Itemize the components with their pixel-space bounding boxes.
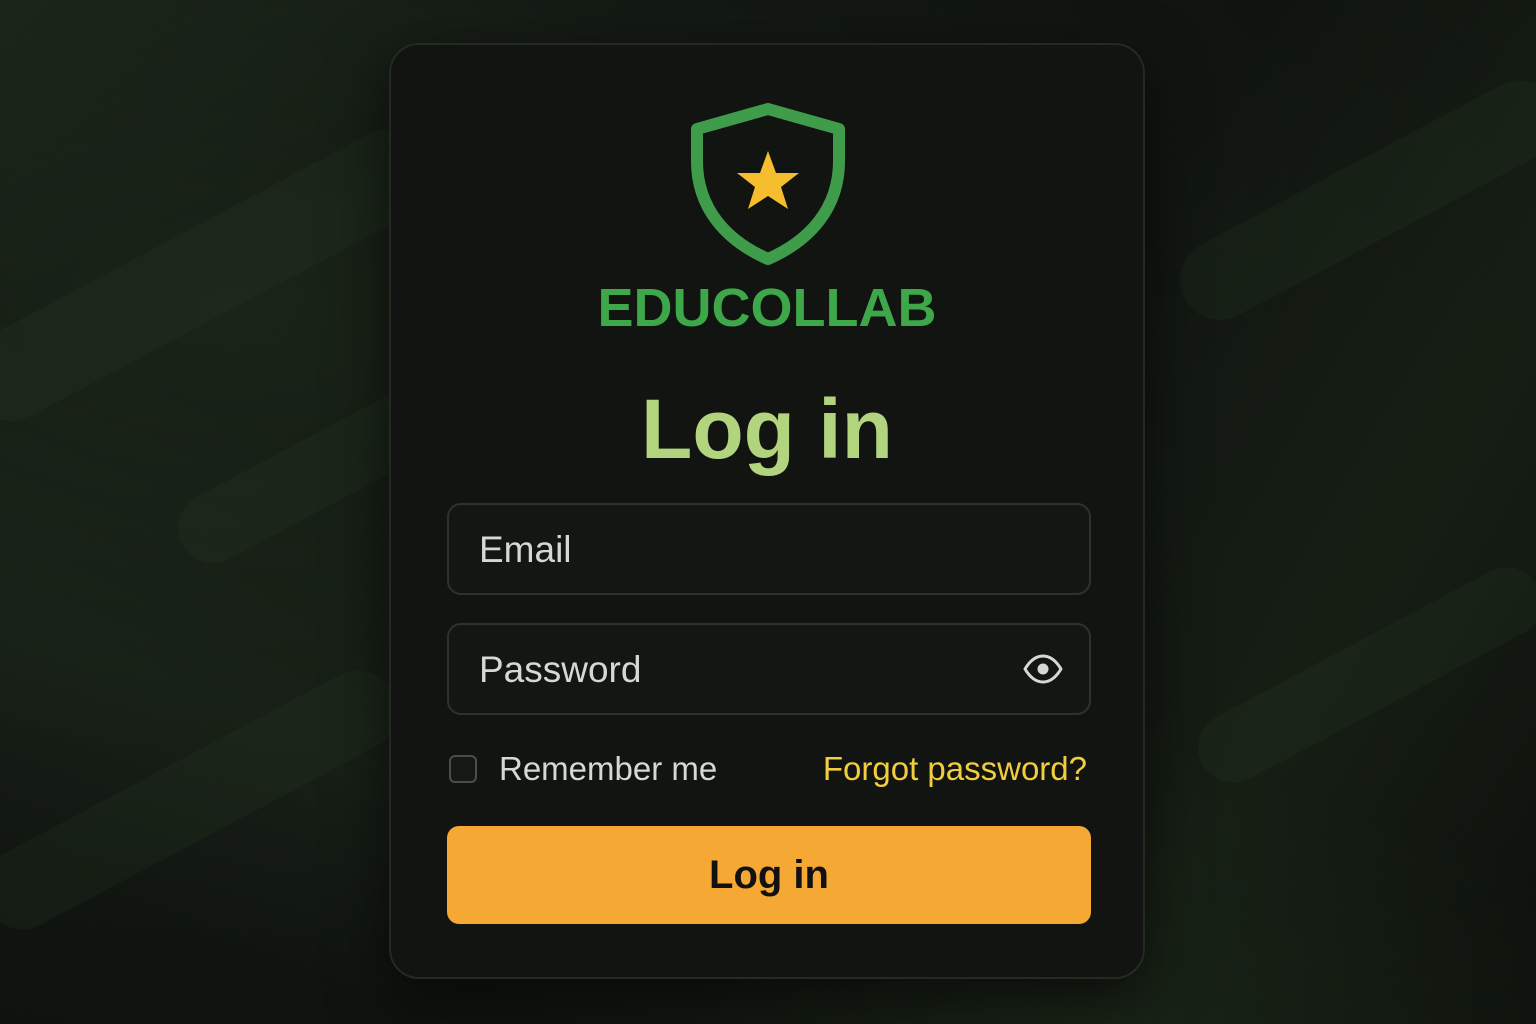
email-field-container bbox=[447, 503, 1091, 595]
password-field[interactable] bbox=[477, 625, 1021, 715]
brand-name: EDUCOLLAB bbox=[597, 278, 937, 338]
background-decoration bbox=[0, 656, 412, 944]
remember-me-toggle[interactable]: Remember me bbox=[449, 750, 717, 788]
password-field-container bbox=[447, 623, 1091, 715]
page-title: Log in bbox=[641, 382, 893, 476]
shield-star-icon bbox=[691, 103, 845, 265]
email-field[interactable] bbox=[477, 505, 1021, 595]
forgot-password-link[interactable]: Forgot password? bbox=[823, 750, 1087, 788]
login-card: EDUCOLLAB Log in Remember me Forgot pass… bbox=[389, 43, 1145, 979]
background-decoration bbox=[1185, 554, 1536, 796]
login-button[interactable]: Log in bbox=[447, 826, 1091, 924]
remember-me-checkbox[interactable] bbox=[449, 755, 477, 783]
remember-me-label: Remember me bbox=[499, 750, 718, 787]
eye-icon[interactable] bbox=[1023, 653, 1063, 685]
background-decoration bbox=[0, 113, 451, 437]
background-decoration bbox=[1165, 66, 1536, 334]
